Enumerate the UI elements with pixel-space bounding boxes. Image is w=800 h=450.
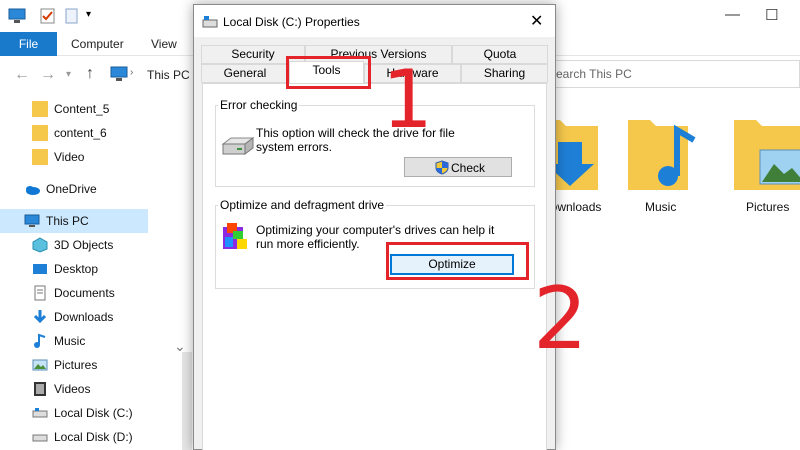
downloads-icon xyxy=(33,310,47,324)
sidebar-item-pictures[interactable]: Pictures xyxy=(32,353,182,377)
desktop-icon xyxy=(33,264,47,274)
sidebar-item-videos[interactable]: Videos xyxy=(32,377,182,401)
properties-dialog: Local Disk (C:) Properties ✕ Security Pr… xyxy=(193,4,556,450)
ribbon-tab-computer[interactable]: Computer xyxy=(71,37,124,51)
folder-label-music: Music xyxy=(645,200,677,214)
sidebar-scrollbar[interactable] xyxy=(182,352,192,450)
sidebar-item-content-5[interactable]: Content_5 xyxy=(32,97,182,121)
sidebar-item-content-6[interactable]: content_6 xyxy=(32,121,182,145)
new-folder-icon[interactable] xyxy=(64,8,80,24)
tab-general[interactable]: General xyxy=(201,64,289,83)
onedrive-icon xyxy=(26,186,40,195)
hard-drive-icon xyxy=(221,137,255,155)
defragment-icon xyxy=(223,223,247,249)
computer-icon[interactable] xyxy=(8,8,26,24)
breadcrumb-chevron-icon: › xyxy=(130,67,134,78)
videos-icon xyxy=(34,382,46,396)
sidebar-item-documents[interactable]: Documents xyxy=(32,281,182,305)
sidebar-item-desktop[interactable]: Desktop xyxy=(32,257,182,281)
dialog-title: Local Disk (C:) Properties xyxy=(223,15,360,29)
folder-icon xyxy=(32,101,48,117)
up-arrow-icon[interactable]: ↑ xyxy=(86,65,94,83)
check-button[interactable]: Check xyxy=(404,157,512,177)
drive-icon xyxy=(32,408,48,418)
ribbon-tab-file[interactable]: File xyxy=(0,32,57,56)
pictures-icon xyxy=(32,359,48,371)
drive-icon xyxy=(202,16,218,28)
back-arrow-icon[interactable]: ← xyxy=(14,66,30,84)
cube-icon xyxy=(32,237,48,253)
search-placeholder: Search This PC xyxy=(548,67,632,81)
documents-icon xyxy=(34,285,46,301)
computer-icon xyxy=(24,214,40,227)
sidebar-item-3d-objects[interactable]: 3D Objects xyxy=(32,233,182,257)
error-checking-description: This option will check the drive for fil… xyxy=(256,126,455,154)
music-folder-icon[interactable] xyxy=(628,112,700,192)
recent-dropdown-icon[interactable]: ▾ xyxy=(66,69,71,80)
ribbon-tab-view[interactable]: View xyxy=(151,37,177,51)
forward-arrow-icon[interactable]: → xyxy=(40,66,56,84)
error-checking-title: Error checking xyxy=(218,98,300,112)
dialog-title-bar: Local Disk (C:) Properties ✕ xyxy=(194,5,555,37)
tab-sharing[interactable]: Sharing xyxy=(461,64,548,83)
sidebar-item-video[interactable]: Video xyxy=(32,145,182,169)
drive-icon xyxy=(32,434,48,442)
shield-icon xyxy=(435,160,449,175)
sidebar-item-music[interactable]: Music xyxy=(32,329,182,353)
sidebar-item-local-disk-c[interactable]: Local Disk (C:) xyxy=(32,401,182,425)
folder-icon xyxy=(32,125,48,141)
music-icon xyxy=(34,333,46,348)
tools-tab-highlight xyxy=(286,56,371,89)
sidebar-item-this-pc[interactable]: This PC xyxy=(0,209,148,233)
optimize-button-highlight xyxy=(386,242,529,280)
maximize-button[interactable]: ☐ xyxy=(765,6,778,24)
pictures-folder-icon[interactable] xyxy=(734,112,800,192)
minimize-button[interactable]: — xyxy=(725,6,740,23)
properties-icon[interactable] xyxy=(40,8,56,24)
check-button-label: Check xyxy=(451,161,486,175)
close-button[interactable]: ✕ xyxy=(530,11,543,31)
folder-icon xyxy=(32,149,48,165)
folder-label-pictures: Pictures xyxy=(746,200,790,214)
breadcrumb[interactable]: This PC xyxy=(147,68,190,82)
quick-access-dropdown-icon[interactable]: ▾ xyxy=(86,9,91,20)
step-2-label: 2 xyxy=(533,269,588,369)
sidebar-item-downloads[interactable]: Downloads xyxy=(32,305,182,329)
address-computer-icon xyxy=(110,66,128,81)
tab-quota[interactable]: Quota xyxy=(452,45,548,64)
navigation-pane: Content_5 content_6 Video OneDrive This … xyxy=(0,92,192,450)
optimize-title: Optimize and defragment drive xyxy=(218,198,387,212)
sidebar-item-local-disk-d[interactable]: Local Disk (D:) xyxy=(32,425,182,449)
sidebar-item-onedrive[interactable]: OneDrive xyxy=(24,177,174,201)
step-1-label: 1 xyxy=(382,53,433,146)
